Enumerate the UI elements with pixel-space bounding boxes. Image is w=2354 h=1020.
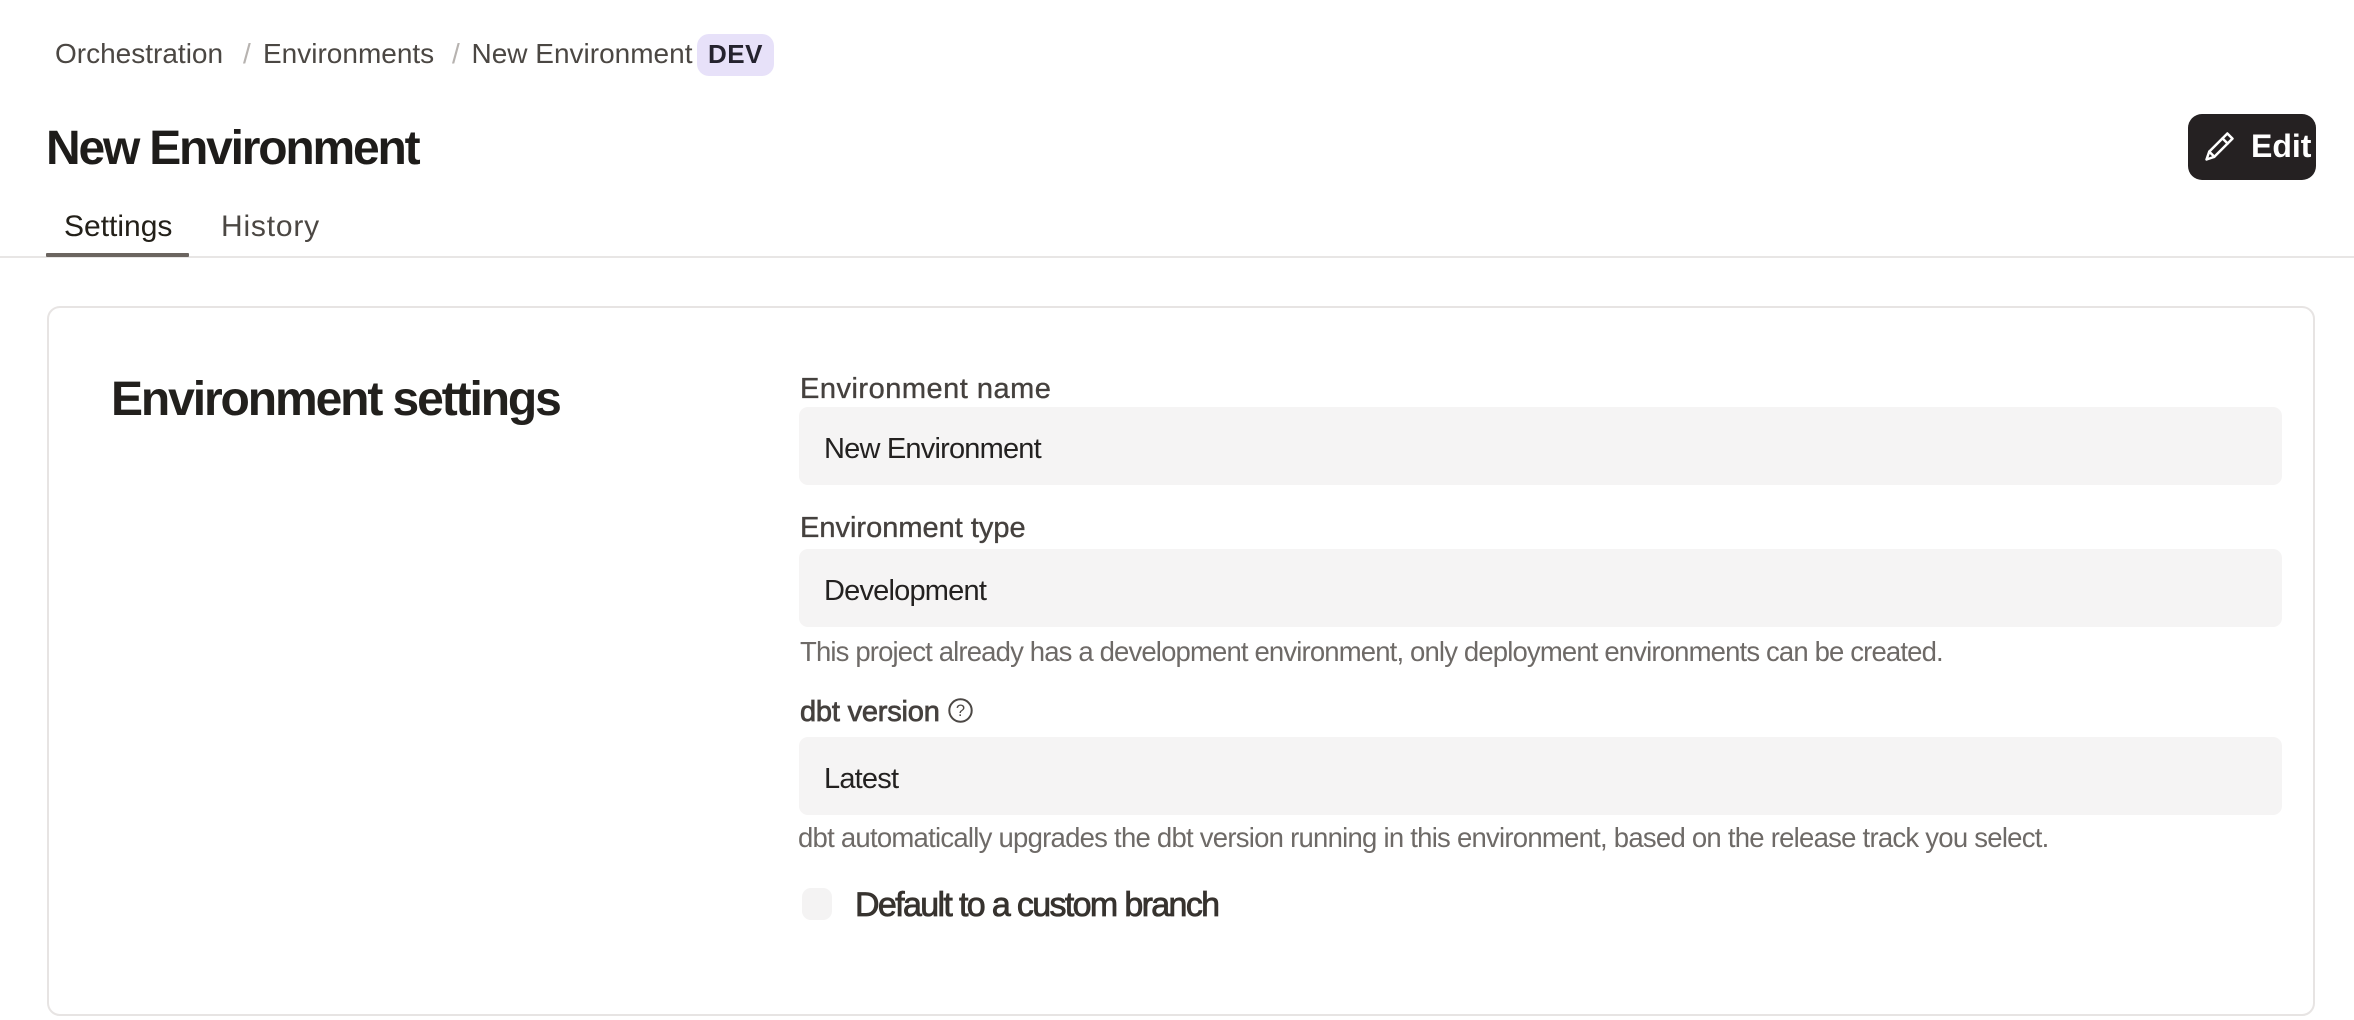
svg-text:?: ? [956, 702, 965, 720]
